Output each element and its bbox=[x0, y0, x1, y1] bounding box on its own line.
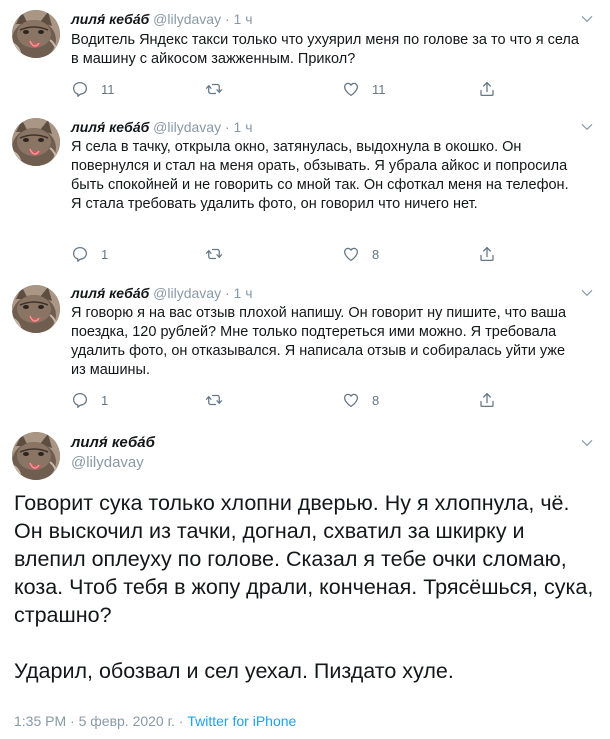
tweet-text: Водитель Яндекс такси только что ухуярил… bbox=[71, 32, 579, 67]
display-name[interactable]: лиля́ кеба́б bbox=[71, 11, 149, 27]
reply-count: 1 bbox=[101, 246, 109, 262]
like-count: 8 bbox=[372, 246, 380, 262]
like-button[interactable]: 8 bbox=[342, 390, 379, 410]
user-handle[interactable]: @lilydavay bbox=[153, 119, 221, 135]
chevron-down-icon[interactable] bbox=[580, 120, 594, 134]
avatar-image bbox=[12, 10, 60, 58]
tweet-header: лиля́ кеба́б @lilydavay · 1 ч bbox=[71, 10, 253, 28]
reply-count: 1 bbox=[101, 392, 109, 408]
separator-dot: · bbox=[224, 11, 230, 27]
user-handle[interactable]: @lilydavay bbox=[71, 453, 155, 473]
avatar-image bbox=[12, 118, 60, 166]
like-icon bbox=[342, 391, 360, 409]
reply-button[interactable]: 1 bbox=[71, 390, 108, 410]
like-button[interactable]: 8 bbox=[342, 244, 379, 264]
reply-button[interactable]: 1 bbox=[71, 244, 108, 264]
chevron-down-icon[interactable] bbox=[580, 12, 594, 26]
share-button[interactable] bbox=[478, 390, 496, 410]
tweet-timestamp[interactable]: 1:35 PM bbox=[14, 713, 66, 729]
share-icon bbox=[478, 245, 496, 263]
action-bar: 11 11 bbox=[71, 79, 511, 99]
chevron-down-icon[interactable] bbox=[580, 436, 594, 450]
separator-dot: · bbox=[224, 119, 230, 135]
action-bar: 1 8 bbox=[71, 390, 511, 410]
tweet-time[interactable]: 1 ч bbox=[234, 11, 253, 27]
like-icon bbox=[342, 80, 360, 98]
retweet-button[interactable] bbox=[205, 244, 235, 264]
separator-dot: · bbox=[70, 713, 75, 729]
tweet-source-link[interactable]: Twitter for iPhone bbox=[187, 713, 296, 729]
avatar[interactable] bbox=[12, 285, 60, 333]
tweet-header: лиля́ кеба́б @lilydavay bbox=[71, 433, 155, 473]
thread-tweet-1[interactable]: лиля́ кеба́б @lilydavay · 1 ч Водитель Я… bbox=[0, 0, 610, 110]
share-button[interactable] bbox=[478, 244, 496, 264]
thread-tweet-3[interactable]: лиля́ кеба́б @lilydavay · 1 ч Я говорю я… bbox=[0, 275, 610, 425]
action-bar: 1 8 bbox=[71, 244, 511, 264]
tweet-header: лиля́ кеба́б @lilydavay · 1 ч bbox=[71, 284, 253, 302]
retweet-icon bbox=[205, 245, 223, 263]
reply-icon bbox=[71, 245, 89, 263]
tweet-date[interactable]: 5 февр. 2020 г. bbox=[79, 713, 175, 729]
share-button[interactable] bbox=[478, 79, 496, 99]
like-button[interactable]: 11 bbox=[342, 79, 386, 99]
tweet-text: Говорит сука только хлопни дверью. Ну я … bbox=[14, 489, 599, 685]
tweet-text: Я села в тачку, открыла окно, затянулась… bbox=[71, 139, 569, 212]
main-tweet: лиля́ кеба́б @lilydavay Говорит сука тол… bbox=[0, 425, 610, 739]
share-icon bbox=[478, 80, 496, 98]
like-icon bbox=[342, 245, 360, 263]
like-count: 8 bbox=[372, 392, 380, 408]
retweet-icon bbox=[205, 80, 223, 98]
avatar-image bbox=[12, 285, 60, 333]
display-name[interactable]: лиля́ кеба́б bbox=[71, 433, 155, 453]
tweet-time[interactable]: 1 ч bbox=[234, 285, 253, 301]
reply-icon bbox=[71, 391, 89, 409]
user-handle[interactable]: @lilydavay bbox=[153, 285, 221, 301]
retweet-icon bbox=[205, 391, 223, 409]
tweet-text: Я говорю я на вас отзыв плохой напишу. О… bbox=[71, 305, 567, 378]
user-handle[interactable]: @lilydavay bbox=[153, 11, 221, 27]
reply-icon bbox=[71, 80, 89, 98]
tweet-paragraph: Говорит сука только хлопни дверью. Ну я … bbox=[14, 491, 594, 627]
tweet-time[interactable]: 1 ч bbox=[234, 119, 253, 135]
retweet-button[interactable] bbox=[205, 79, 235, 99]
thread-tweet-2[interactable]: лиля́ кеба́б @lilydavay · 1 ч Я села в т… bbox=[0, 110, 610, 275]
chevron-down-icon[interactable] bbox=[580, 286, 594, 300]
share-icon bbox=[478, 391, 496, 409]
avatar[interactable] bbox=[12, 432, 60, 480]
separator-dot: · bbox=[178, 713, 184, 729]
like-count: 11 bbox=[372, 81, 386, 97]
avatar[interactable] bbox=[12, 10, 60, 58]
tweet-meta: 1:35 PM · 5 февр. 2020 г. · Twitter for … bbox=[14, 713, 296, 729]
avatar-image bbox=[12, 432, 60, 480]
display-name[interactable]: лиля́ кеба́б bbox=[71, 119, 149, 135]
display-name[interactable]: лиля́ кеба́б bbox=[71, 285, 149, 301]
reply-count: 11 bbox=[101, 81, 115, 97]
avatar[interactable] bbox=[12, 118, 60, 166]
separator-dot: · bbox=[224, 285, 230, 301]
tweet-header: лиля́ кеба́б @lilydavay · 1 ч bbox=[71, 118, 253, 136]
tweet-paragraph: Ударил, обозвал и сел уехал. Пиздато хул… bbox=[14, 659, 454, 683]
retweet-button[interactable] bbox=[205, 390, 235, 410]
reply-button[interactable]: 11 bbox=[71, 79, 115, 99]
